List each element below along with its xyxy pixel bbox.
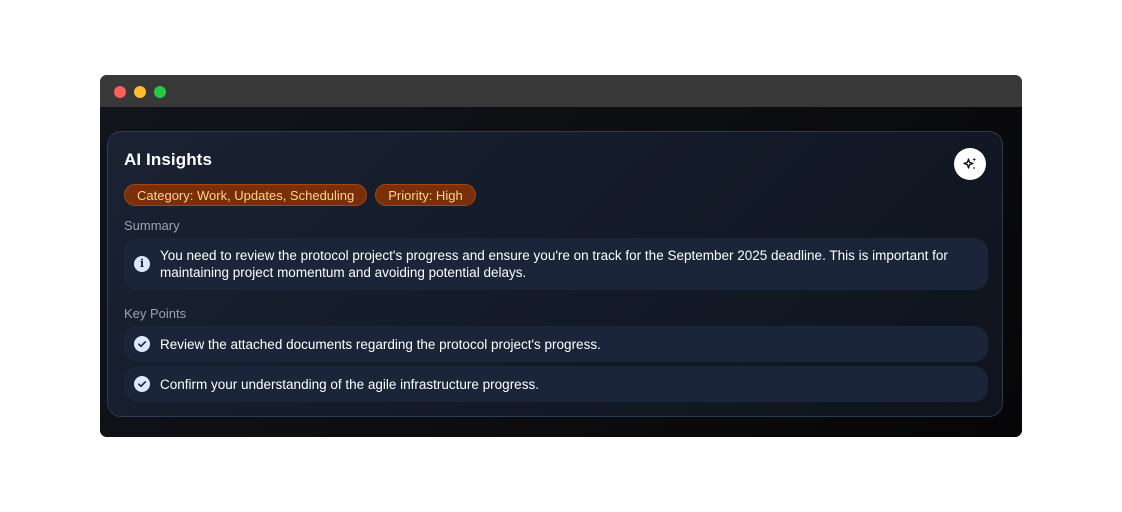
ai-sparkles-button[interactable] [954,148,986,180]
info-icon: i [134,256,150,272]
category-tag: Category: Work, Updates, Scheduling [124,184,368,206]
key-points-label: Key Points [124,306,187,321]
key-point-item: Review the attached documents regarding … [124,326,988,362]
maximize-window-button[interactable] [154,86,166,98]
check-circle-icon [134,376,150,392]
card-title: AI Insights [124,150,212,169]
summary-box: i You need to review the protocol projec… [124,238,988,290]
tag-list: Category: Work, Updates, Scheduling Prio… [124,184,476,206]
priority-tag: Priority: High [375,184,476,206]
ai-insights-card: AI Insights Category: Work, Updates, Sch… [107,131,1003,417]
app-window: AI Insights Category: Work, Updates, Sch… [100,75,1022,437]
minimize-window-button[interactable] [134,86,146,98]
key-point-text: Confirm your understanding of the agile … [160,377,539,392]
key-point-text: Review the attached documents regarding … [160,337,601,352]
check-circle-icon [134,336,150,352]
summary-label: Summary [124,218,180,233]
key-point-item: Confirm your understanding of the agile … [124,366,988,402]
summary-text: You need to review the protocol project'… [160,248,948,280]
sparkles-icon [963,157,977,170]
close-window-button[interactable] [114,86,126,98]
title-bar [100,75,1022,107]
window-content: AI Insights Category: Work, Updates, Sch… [100,107,1022,437]
